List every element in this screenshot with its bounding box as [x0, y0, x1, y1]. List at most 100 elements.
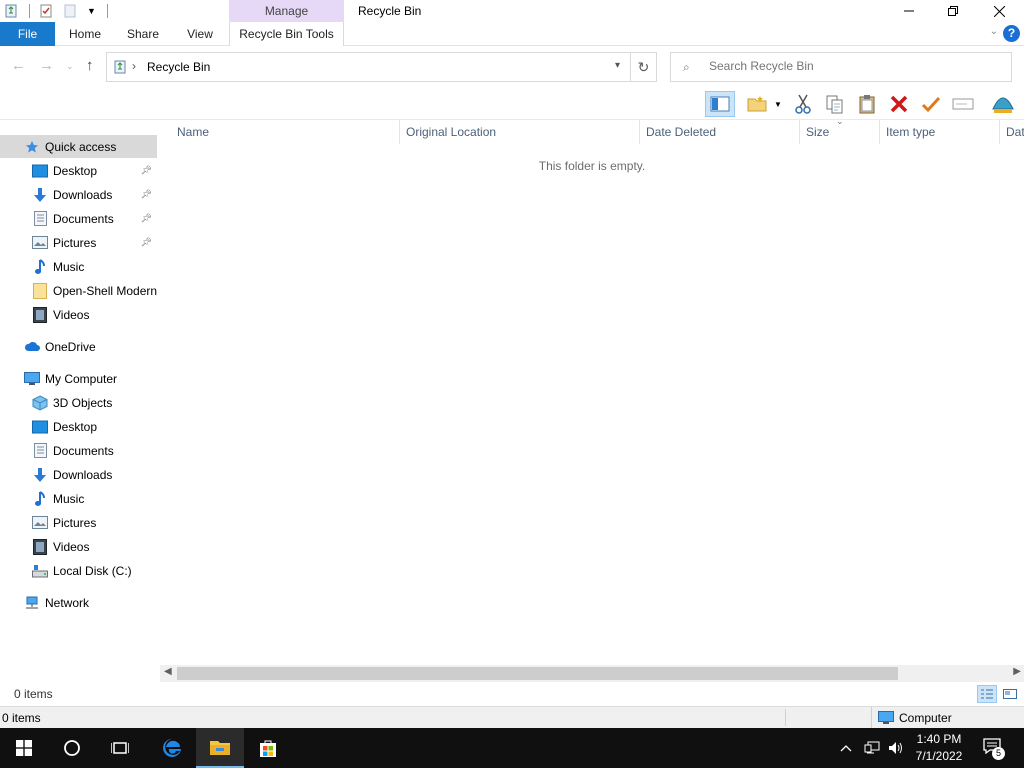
network-icon [24, 595, 40, 611]
start-icon[interactable] [0, 728, 48, 768]
search-input[interactable] [709, 59, 999, 73]
nav-pc-videos[interactable]: Videos [0, 535, 157, 558]
forward-icon[interactable]: → [39, 57, 54, 74]
recycle-bin-icon[interactable] [3, 3, 19, 19]
properties-icon[interactable] [38, 3, 54, 19]
column-header-name[interactable]: Name [171, 120, 400, 144]
edge-icon[interactable] [148, 728, 196, 768]
breadcrumb-chevron-icon[interactable]: › [132, 59, 136, 73]
nav-label: Desktop [53, 419, 98, 434]
divider [785, 709, 786, 726]
nav-label: Music [53, 259, 85, 274]
clock-time: 1:40 PM [916, 732, 962, 746]
tab-home[interactable]: Home [61, 22, 109, 46]
search-box[interactable]: ⌕ [670, 52, 1012, 82]
search-icon: ⌕ [683, 60, 690, 74]
help-icon[interactable]: ? [1003, 25, 1020, 42]
scroll-right-icon[interactable]: ▶ [1013, 666, 1021, 677]
pin-icon[interactable]: 📌︎ [141, 237, 152, 248]
delete-icon[interactable] [886, 91, 912, 117]
column-header-date[interactable]: Dat [1000, 120, 1024, 144]
pin-icon[interactable]: 📌︎ [141, 189, 152, 200]
select-icon[interactable] [918, 91, 944, 117]
nav-qa-downloads[interactable]: Downloads 📌︎ [0, 183, 157, 206]
title-bar: ▼ Manage Recycle Bin [0, 0, 1024, 22]
breadcrumb[interactable]: Recycle Bin [147, 60, 210, 74]
new-folder-dropdown-icon[interactable]: ▼ [771, 91, 785, 117]
file-list[interactable]: Name Original Location Date Deleted Size… [160, 116, 1024, 665]
status-bar: 0 items [0, 682, 1024, 706]
pin-icon[interactable]: 📌︎ [141, 213, 152, 224]
new-folder-icon[interactable] [62, 3, 78, 19]
downloads-icon [32, 467, 48, 483]
address-dropdown-icon[interactable]: ▾ [615, 60, 620, 71]
nav-network[interactable]: Network [0, 591, 157, 614]
new-folder-icon[interactable] [744, 91, 770, 117]
cut-icon[interactable] [790, 91, 816, 117]
restore-icon[interactable] [930, 0, 976, 22]
nav-onedrive[interactable]: OneDrive [0, 335, 157, 358]
nav-pc-pictures[interactable]: Pictures [0, 511, 157, 534]
recent-locations-icon[interactable]: ⌄ [66, 61, 74, 72]
nav-pc-documents[interactable]: Documents [0, 439, 157, 462]
nav-quick-access[interactable]: Quick access [0, 135, 157, 158]
preview-pane-icon[interactable] [705, 91, 735, 117]
close-icon[interactable] [976, 0, 1022, 22]
nav-label: Pictures [53, 235, 97, 250]
nav-qa-pictures[interactable]: Pictures 📌︎ [0, 231, 157, 254]
up-icon[interactable]: ↑ [86, 57, 94, 74]
nav-label: Desktop [53, 163, 98, 178]
show-hidden-icons-icon[interactable] [836, 728, 856, 768]
column-header-original-location[interactable]: Original Location [400, 120, 640, 144]
nav-label: OneDrive [45, 339, 96, 354]
nav-qa-videos[interactable]: Videos [0, 303, 157, 326]
tab-file[interactable]: File [0, 22, 55, 46]
customize-dropdown-icon[interactable]: ▼ [87, 6, 96, 16]
3d-objects-icon [32, 394, 48, 411]
nav-label: Open-Shell Modern [53, 283, 157, 298]
search-icon[interactable] [48, 728, 96, 768]
documents-icon [32, 211, 48, 227]
details-view-icon[interactable] [977, 685, 997, 703]
nav-pc-music[interactable]: Music [0, 487, 157, 510]
scroll-thumb[interactable] [177, 667, 898, 680]
back-icon[interactable]: ← [11, 57, 26, 74]
task-view-icon[interactable] [96, 728, 144, 768]
column-header-date-deleted[interactable]: Date Deleted [640, 120, 800, 144]
manage-tab-group: Manage [229, 0, 344, 22]
address-bar[interactable]: › Recycle Bin ▾ [106, 52, 631, 82]
tab-recycle-bin-tools[interactable]: Recycle Bin Tools [229, 22, 344, 46]
file-explorer-icon[interactable] [196, 728, 244, 768]
horizontal-scrollbar[interactable]: ◀ ▶ [160, 665, 1024, 682]
nav-pc-desktop[interactable]: Desktop [0, 415, 157, 438]
pin-icon[interactable]: 📌︎ [141, 165, 152, 176]
copy-icon[interactable] [822, 91, 848, 117]
tab-view[interactable]: View [178, 22, 222, 46]
expand-ribbon-icon[interactable]: ⌄ [990, 26, 998, 37]
nav-pc-local-disk[interactable]: Local Disk (C:) [0, 559, 157, 582]
folder-icon [32, 282, 48, 299]
properties-icon[interactable] [990, 91, 1016, 117]
nav-qa-desktop[interactable]: Desktop 📌︎ [0, 159, 157, 182]
nav-my-computer[interactable]: My Computer [0, 367, 157, 390]
nav-pc-downloads[interactable]: Downloads [0, 463, 157, 486]
videos-icon [32, 306, 48, 323]
nav-qa-music[interactable]: Music [0, 255, 157, 278]
nav-pc-3d-objects[interactable]: 3D Objects [0, 391, 157, 414]
pictures-icon [32, 515, 48, 531]
minimize-icon[interactable] [886, 0, 932, 22]
nav-qa-documents[interactable]: Documents 📌︎ [0, 207, 157, 230]
nav-qa-open-shell[interactable]: Open-Shell Modern [0, 279, 157, 302]
action-center-icon[interactable]: 5 [983, 738, 1005, 760]
paste-icon[interactable] [854, 91, 880, 117]
tab-share[interactable]: Share [120, 22, 166, 46]
rename-icon[interactable] [950, 91, 976, 117]
network-status-icon[interactable] [860, 728, 884, 768]
store-icon[interactable] [244, 728, 292, 768]
scroll-left-icon[interactable]: ◀ [164, 666, 172, 677]
column-header-item-type[interactable]: Item type [880, 120, 1000, 144]
refresh-icon[interactable]: ↻ [631, 52, 657, 82]
large-icons-view-icon[interactable] [1000, 685, 1020, 703]
taskbar-clock[interactable]: 1:40 PM 7/1/2022 [905, 731, 973, 765]
classic-status-bar: 0 items Computer [0, 706, 1024, 728]
